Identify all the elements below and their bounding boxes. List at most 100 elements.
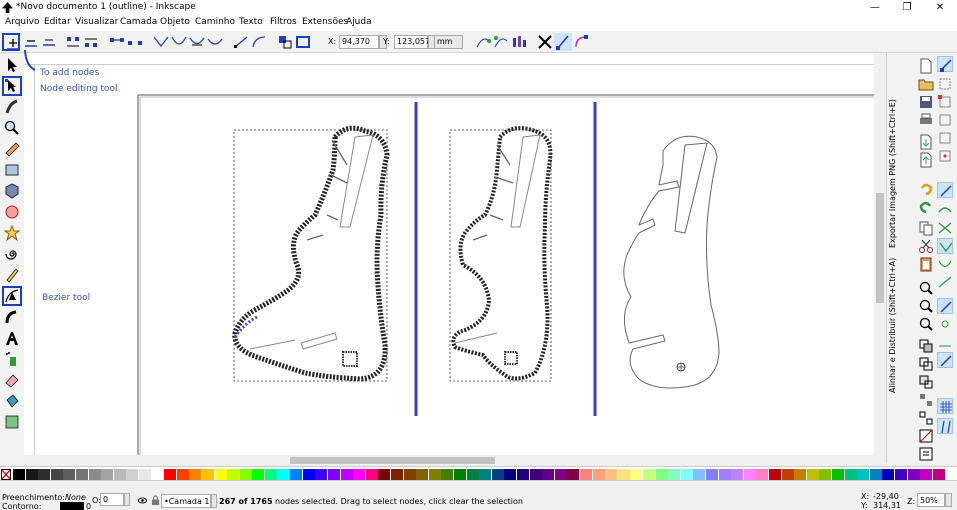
- color-swatch[interactable]: [38, 469, 51, 480]
- color-swatch[interactable]: [50, 469, 63, 480]
- symmetric-node-button[interactable]: [188, 33, 206, 51]
- clone-button[interactable]: [918, 356, 934, 372]
- spray-tool[interactable]: [2, 349, 22, 369]
- selector-tool[interactable]: [2, 55, 22, 75]
- rectangle-tool[interactable]: [2, 160, 22, 180]
- color-swatch[interactable]: [189, 469, 202, 480]
- snap-paths-button[interactable]: [937, 202, 953, 218]
- color-swatch[interactable]: [655, 469, 668, 480]
- text-tool[interactable]: [2, 328, 22, 348]
- color-swatch[interactable]: [290, 469, 303, 480]
- color-swatch[interactable]: [567, 469, 580, 480]
- menu-caminho[interactable]: Caminho: [195, 17, 235, 27]
- menu-editar[interactable]: Editar: [44, 17, 71, 27]
- color-swatch[interactable]: [13, 469, 25, 480]
- color-swatch[interactable]: [126, 469, 139, 480]
- fill-value[interactable]: None: [65, 493, 86, 502]
- color-swatch[interactable]: [806, 469, 819, 480]
- menu-arquivo[interactable]: Arquivo: [5, 17, 39, 27]
- menu-ajuda[interactable]: Ajuda: [346, 17, 372, 27]
- new-document-button[interactable]: [918, 58, 934, 74]
- color-swatch[interactable]: [428, 469, 441, 480]
- color-swatch[interactable]: [517, 469, 529, 480]
- snap-bbox-corner-button[interactable]: [937, 112, 953, 128]
- delete-segment-button[interactable]: [126, 33, 144, 51]
- break-path-button[interactable]: [82, 33, 100, 51]
- snap-bbox-midpoint-button[interactable]: [937, 130, 953, 146]
- lock-icon[interactable]: [151, 495, 160, 505]
- horizontal-scroll-thumb[interactable]: [290, 457, 495, 464]
- snap-bbox-center-button[interactable]: [937, 148, 953, 164]
- color-swatch[interactable]: [176, 469, 189, 480]
- color-swatch[interactable]: [265, 469, 277, 480]
- snap-line-midpoints-button[interactable]: [937, 274, 953, 290]
- color-swatch[interactable]: [403, 469, 416, 480]
- stroke-swatch[interactable]: [60, 502, 84, 510]
- unlink-clone-button[interactable]: [918, 374, 934, 390]
- color-swatch[interactable]: [605, 469, 618, 480]
- save-button[interactable]: [918, 94, 934, 110]
- color-swatch[interactable]: [365, 469, 378, 480]
- color-swatch[interactable]: [491, 469, 504, 480]
- color-swatch[interactable]: [832, 469, 844, 480]
- color-swatch[interactable]: [479, 469, 492, 480]
- star-tool[interactable]: [2, 223, 22, 243]
- auto-smooth-node-button[interactable]: [206, 33, 224, 51]
- unit-select[interactable]: mm: [434, 35, 463, 49]
- menu-extensoes[interactable]: Extensões: [302, 17, 348, 27]
- opacity-spinner[interactable]: [124, 493, 130, 506]
- color-swatch[interactable]: [895, 469, 907, 480]
- color-swatch[interactable]: [277, 469, 290, 480]
- color-swatch[interactable]: [680, 469, 693, 480]
- vertical-scrollbar[interactable]: [874, 53, 886, 455]
- copy-button[interactable]: [918, 220, 934, 236]
- to-curve-button[interactable]: [250, 33, 268, 51]
- import-button[interactable]: [918, 134, 934, 150]
- show-outline-button[interactable]: [572, 33, 590, 51]
- color-swatch[interactable]: [378, 469, 391, 480]
- zoom-spinner[interactable]: [945, 493, 952, 507]
- insert-node-button[interactable]: [2, 33, 20, 51]
- snap-rotation-center-button[interactable]: [937, 316, 953, 332]
- color-swatch[interactable]: [416, 469, 429, 480]
- color-swatch[interactable]: [315, 469, 328, 480]
- menu-visualizar[interactable]: Visualizar: [75, 17, 118, 27]
- color-swatch[interactable]: [101, 469, 114, 480]
- delete-node-button[interactable]: [22, 33, 40, 51]
- color-swatch[interactable]: [454, 469, 466, 480]
- horizontal-scrollbar[interactable]: [35, 455, 874, 466]
- gradient-tool[interactable]: [2, 412, 22, 432]
- tweak-tool[interactable]: [2, 97, 22, 117]
- color-swatch[interactable]: [252, 469, 265, 480]
- color-swatch[interactable]: [781, 469, 794, 480]
- menu-filtros[interactable]: Filtros: [270, 17, 297, 27]
- snap-page-border-button[interactable]: [937, 352, 953, 368]
- canvas-drawing[interactable]: [35, 65, 874, 455]
- align-distribute-tab[interactable]: Alinhar e Distribuir (Shift+Ctrl+A): [888, 258, 897, 393]
- color-swatch[interactable]: [920, 469, 933, 480]
- guitar-shape-1[interactable]: [232, 125, 390, 382]
- ellipse-tool[interactable]: [2, 202, 22, 222]
- maximize-button[interactable]: ❐: [892, 0, 922, 16]
- color-swatch[interactable]: [151, 469, 164, 480]
- color-swatch[interactable]: [391, 469, 403, 480]
- color-swatch[interactable]: [617, 469, 630, 480]
- to-line-button[interactable]: [232, 33, 250, 51]
- pencil-tool[interactable]: [2, 265, 22, 285]
- object-to-path-button[interactable]: [276, 33, 294, 51]
- duplicate-button[interactable]: [918, 338, 934, 354]
- snap-intersections-button[interactable]: [937, 220, 953, 236]
- no-paint-swatch[interactable]: [1, 469, 11, 480]
- color-swatch[interactable]: [718, 469, 731, 480]
- color-swatch[interactable]: [869, 469, 882, 480]
- color-swatch[interactable]: [25, 469, 38, 480]
- color-swatch[interactable]: [932, 469, 945, 480]
- color-swatch[interactable]: [819, 469, 832, 480]
- snap-nodes-button[interactable]: [937, 182, 953, 198]
- measure-tool[interactable]: [2, 139, 22, 159]
- snap-guides-button[interactable]: [937, 418, 953, 434]
- layer-dropdown-arrow[interactable]: [211, 494, 217, 508]
- guitar-shape-3[interactable]: [623, 135, 720, 389]
- color-swatch[interactable]: [353, 469, 366, 480]
- stroke-to-path-button[interactable]: [294, 33, 312, 51]
